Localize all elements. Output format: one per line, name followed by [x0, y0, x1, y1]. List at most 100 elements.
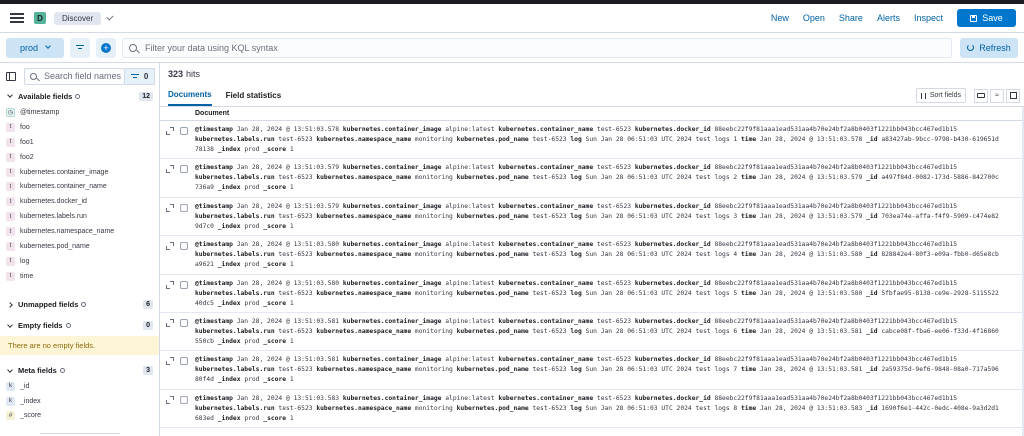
refresh-button[interactable]: Refresh	[960, 37, 1018, 58]
breadcrumb-discover[interactable]: Discover	[54, 11, 102, 25]
expand-icon[interactable]	[166, 203, 174, 212]
field-value: test-6523	[532, 136, 567, 143]
field-item[interactable]: k _index	[0, 394, 159, 409]
string-icon: t	[6, 137, 15, 147]
field-value: test-6523	[278, 136, 313, 143]
section-count: 3	[143, 366, 153, 376]
row-checkbox[interactable]	[180, 242, 188, 251]
field-value: Sun Jan 28 06:51:03 UTC 2024 test logs 1	[585, 136, 738, 143]
field-type-filter[interactable]: 0	[125, 67, 155, 85]
table-row[interactable]: @timestamp Jan 28, 2024 @ 13:51:03.579 k…	[160, 159, 1024, 198]
field-name: kubernetes.namespace_name	[20, 228, 115, 236]
tab-field-statistics[interactable]: Field statistics	[226, 85, 282, 106]
field-value: prod	[244, 414, 260, 422]
table-row[interactable]: @timestamp Jan 28, 2024 @ 13:51:03.583 k…	[160, 390, 1024, 429]
field-item[interactable]: ◷ @timestamp	[0, 105, 159, 120]
open-link[interactable]: Open	[803, 13, 825, 23]
expand-icon[interactable]	[166, 242, 174, 251]
available-fields-header[interactable]: Available fields 12	[0, 89, 159, 103]
inspect-link[interactable]: Inspect	[914, 13, 943, 23]
table-row[interactable]: @timestamp Jan 28, 2024 @ 13:51:03.580 k…	[160, 275, 1024, 313]
data-view-picker[interactable]: prod	[6, 37, 64, 58]
section-title: Unmapped fields	[18, 300, 79, 310]
field-key: _id	[866, 136, 878, 143]
field-key: kubernetes.pod_name	[456, 327, 529, 335]
save-icon	[970, 14, 978, 22]
field-item[interactable]: t foo	[0, 120, 159, 135]
expand-icon[interactable]	[166, 280, 174, 289]
row-checkbox[interactable]	[180, 127, 188, 135]
new-link[interactable]: New	[771, 13, 789, 23]
table-row[interactable]: @timestamp Jan 28, 2024 @ 13:51:03.580 k…	[160, 236, 1024, 275]
expand-icon[interactable]	[166, 165, 174, 174]
empty-fields-header[interactable]: Empty fields 0	[0, 319, 159, 333]
row-checkbox[interactable]	[180, 395, 188, 404]
expand-icon[interactable]	[166, 127, 174, 135]
field-item[interactable]: t log	[0, 254, 159, 269]
expand-icon[interactable]	[166, 318, 174, 327]
doc-line: @timestamp Jan 28, 2024 @ 13:51:03.579 k…	[195, 163, 1023, 173]
fullscreen-button[interactable]	[1006, 88, 1020, 103]
field-item[interactable]: t kubernetes.container_image	[0, 165, 159, 180]
doc-line: @timestamp Jan 28, 2024 @ 13:51:03.581 k…	[195, 355, 1023, 365]
display-settings-button[interactable]: ≈	[990, 88, 1004, 103]
collapse-sidebar-icon[interactable]	[6, 71, 16, 81]
row-checkbox[interactable]	[180, 280, 188, 289]
row-checkbox[interactable]	[180, 357, 188, 366]
field-item[interactable]: t kubernetes.docker_id	[0, 194, 159, 209]
table-row[interactable]: @timestamp Jan 28, 2024 @ 13:51:03.579 k…	[160, 198, 1024, 237]
expand-icon[interactable]	[166, 395, 174, 404]
field-item[interactable]: t time	[0, 269, 159, 284]
alerts-link[interactable]: Alerts	[877, 13, 900, 23]
meta-fields-header[interactable]: Meta fields 3	[0, 364, 159, 378]
field-item[interactable]: t foo2	[0, 150, 159, 165]
field-value: Sun Jan 28 06:51:03 UTC 2024 test logs 8	[585, 404, 738, 412]
field-value: 736a9	[195, 184, 214, 192]
kql-search-field[interactable]	[122, 37, 952, 58]
sort-label: Sort fields	[929, 92, 961, 99]
field-item[interactable]: t kubernetes.labels.run	[0, 209, 159, 224]
field-item[interactable]: t kubernetes.namespace_name	[0, 224, 159, 239]
field-item[interactable]: t kubernetes.container_name	[0, 179, 159, 194]
table-row[interactable]: @timestamp Jan 28, 2024 @ 13:51:03.581 k…	[160, 351, 1024, 390]
kql-input[interactable]	[145, 42, 945, 53]
doc-line: kubernetes.labels.run test-6523 kubernet…	[195, 212, 1023, 222]
save-button[interactable]: Save	[957, 9, 1016, 27]
document-cell: @timestamp Jan 28, 2024 @ 13:51:03.583 k…	[195, 390, 1023, 427]
field-item[interactable]: t foo1	[0, 135, 159, 150]
field-key: log	[570, 366, 582, 374]
row-checkbox[interactable]	[180, 165, 188, 174]
app-header: D Discover New Open Share Alerts Inspect…	[0, 4, 1024, 33]
field-item[interactable]: t kubernetes.pod_name	[0, 239, 159, 254]
table-row[interactable]: @timestamp Jan 28, 2024 @ 13:51:03.578 k…	[160, 121, 1024, 160]
field-key: kubernetes.container_name	[498, 202, 594, 210]
field-value: prod	[244, 299, 260, 307]
field-value: Jan 28, 2024 @ 13:51:03.579	[759, 212, 863, 220]
field-value: cabce08f-fba6-ee06-f33d-4f16860	[881, 327, 999, 335]
space-avatar[interactable]: D	[34, 12, 46, 24]
expand-icon[interactable]	[166, 357, 174, 366]
document-column-header[interactable]: Document	[195, 110, 229, 117]
field-item[interactable]: # _score	[0, 408, 159, 423]
doc-line: kubernetes.labels.run test-6523 kubernet…	[195, 365, 1023, 375]
filter-menu-button[interactable]	[70, 37, 90, 58]
share-link[interactable]: Share	[839, 13, 863, 23]
field-key: _score	[263, 146, 287, 153]
unmapped-fields-header[interactable]: Unmapped fields 6	[0, 298, 159, 312]
field-search-input[interactable]	[44, 71, 124, 81]
field-key: kubernetes.namespace_name	[316, 251, 412, 259]
add-filter-button[interactable]: +	[96, 37, 116, 58]
field-key: kubernetes.labels.run	[195, 404, 275, 412]
field-value: 88eebc22f9f81aaa1ead531aa4b70e24bf2a8b04…	[714, 356, 958, 364]
table-row[interactable]: @timestamp Jan 28, 2024 @ 13:51:03.581 k…	[160, 313, 1024, 352]
keyboard-shortcuts-button[interactable]	[974, 88, 988, 103]
tab-documents[interactable]: Documents	[168, 85, 212, 106]
data-view-label: prod	[19, 42, 38, 53]
menu-icon[interactable]	[10, 13, 24, 23]
sort-fields-button[interactable]: Sort fields	[915, 88, 966, 103]
field-item[interactable]: k _id	[0, 379, 159, 394]
field-search[interactable]	[24, 67, 125, 85]
row-checkbox[interactable]	[180, 318, 188, 327]
row-checkbox[interactable]	[180, 203, 188, 212]
field-key: _id	[866, 289, 878, 297]
